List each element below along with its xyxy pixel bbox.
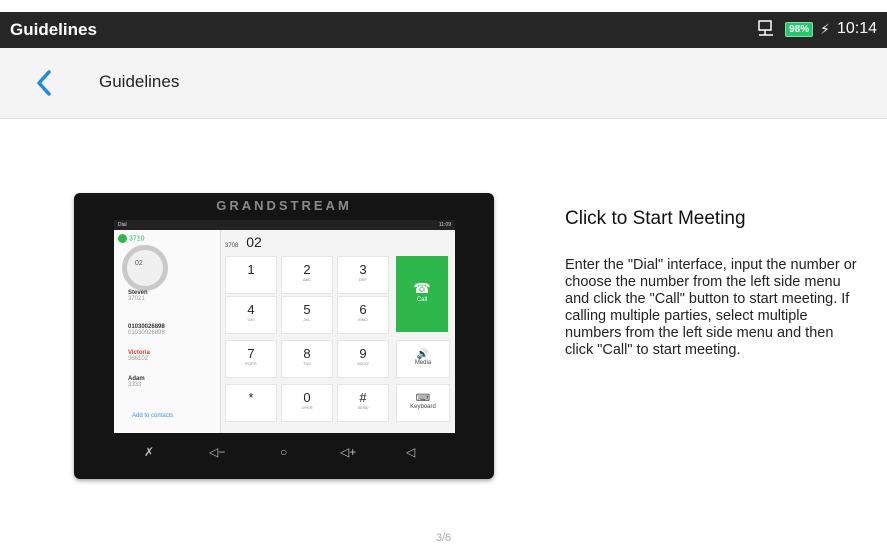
key-letters: ABC: [302, 277, 312, 282]
dial-display: 3708 02: [225, 234, 262, 250]
back-triangle-icon: ◁: [406, 445, 416, 459]
guide-heading: Click to Start Meeting: [565, 208, 746, 229]
key-digit: 6: [359, 302, 367, 317]
key-letters: WXYZ: [357, 361, 369, 366]
key-digit: #: [359, 390, 367, 405]
key-digit: 4: [247, 302, 255, 317]
dial-key: 4 GHI: [225, 296, 277, 334]
contact-number: 37021: [128, 296, 145, 302]
key-digit: 7: [247, 346, 255, 361]
contact-item: Steven 37021: [128, 290, 148, 302]
display-number: 02: [246, 234, 262, 250]
key-letters: DEF: [359, 277, 367, 282]
media-label: Media: [414, 360, 432, 366]
device-status-bar: Dial 11:09: [114, 220, 455, 230]
device-status-label: Dial: [118, 222, 127, 228]
status-time: 10:14: [836, 20, 877, 37]
key-digit: 8: [303, 346, 311, 361]
mute-icon: ✗: [144, 445, 155, 459]
key-digit: 5: [303, 302, 311, 317]
ring-graphic: 02: [122, 245, 168, 291]
add-to-contacts-link: Add to contacts: [132, 413, 174, 419]
device-brand: GRANDSTREAM: [216, 198, 352, 213]
key-letters: OPER: [301, 405, 313, 410]
device-image: GRANDSTREAM Dial 11:09 3710 02 Steven 37…: [74, 193, 494, 479]
dial-left-pane: 3710 02 Steven 37021 01030026898 0103002…: [114, 230, 221, 433]
dial-key: 5 JKL: [281, 296, 333, 334]
page-indicator: 3/6: [435, 532, 452, 544]
contact-item: Victoria 366102: [128, 350, 150, 362]
bolt-icon: ⚡: [820, 20, 830, 37]
dial-key: 6 MNO: [337, 296, 389, 334]
key-letters: SEND: [357, 405, 369, 410]
account-label: 3710: [118, 234, 145, 243]
dial-key: 8 TUV: [281, 340, 333, 378]
call-label: Call: [416, 297, 428, 303]
contact-number: 01030026898: [128, 330, 165, 336]
dial-key: 3 DEF: [337, 256, 389, 294]
status-icons: 98% ⚡ 10:14: [756, 20, 877, 38]
contact-number: 3333: [128, 382, 142, 388]
page-title: Guidelines: [99, 72, 180, 91]
key-digit: 2: [303, 262, 311, 277]
volume-up-icon: ◁+: [340, 445, 357, 459]
dial-keypad: 1 2 ABC 3 DEF 4 GHI 5 JKL 6 MNO 7 PQRS 8 TUV 9W…: [225, 256, 450, 428]
chevron-left-icon[interactable]: [30, 68, 60, 98]
dial-key: 2 ABC: [281, 256, 333, 294]
device-nav-bar: ✗ ◁− ○ ◁+ ◁: [134, 445, 434, 465]
key-letters: MNO: [358, 317, 368, 322]
key-letters: TUV: [303, 361, 311, 366]
contact-item: Adam 3333: [128, 376, 145, 388]
guide-body: Enter the "Dial" interface, input the nu…: [565, 257, 857, 358]
contact-item: 01030026898 01030026898: [128, 324, 165, 336]
key-digit: 1: [247, 262, 255, 277]
media-key: 🔊 Media: [396, 340, 450, 378]
home-icon: ○: [280, 445, 288, 459]
key-letters: JKL: [303, 317, 311, 322]
call-key: ☎ Call: [396, 256, 448, 332]
device-screen: Dial 11:09 3710 02 Steven 37021 01030026…: [114, 220, 455, 433]
dial-key: # SEND: [337, 384, 389, 422]
device-status-time: 11:09: [438, 222, 451, 228]
display-account: 3708: [225, 243, 239, 249]
contact-number: 366102: [128, 356, 149, 362]
key-digit: 3: [359, 262, 367, 277]
keyboard-key: ⌨ Keyboard: [396, 384, 450, 422]
dial-key: 1: [225, 256, 277, 294]
app-bar: Guidelines: [0, 48, 887, 119]
status-title: Guidelines: [10, 20, 97, 39]
status-bar: Guidelines 98% ⚡ 10:14: [0, 12, 887, 48]
dial-key: 9 WXYZ: [337, 340, 389, 378]
dial-key: *: [225, 384, 277, 422]
ring-value: 02: [135, 260, 143, 267]
key-digit: 0: [303, 390, 311, 405]
key-letters: GHI: [247, 317, 255, 322]
volume-down-icon: ◁−: [209, 445, 226, 459]
key-letters: PQRS: [245, 361, 257, 366]
dial-key: 0 OPER: [281, 384, 333, 422]
phone-icon: ☎: [413, 280, 431, 296]
ethernet-icon: [758, 20, 774, 36]
keyboard-label: Keyboard: [410, 404, 436, 410]
dial-key: 7 PQRS: [225, 340, 277, 378]
keyboard-icon: ⌨: [415, 393, 431, 404]
account-icon: [118, 234, 127, 243]
key-digit: 9: [359, 346, 367, 361]
speaker-icon: 🔊: [416, 349, 430, 360]
key-digit: *: [248, 390, 254, 405]
battery-indicator: 98%: [785, 21, 814, 37]
account-number: 3710: [128, 235, 145, 243]
